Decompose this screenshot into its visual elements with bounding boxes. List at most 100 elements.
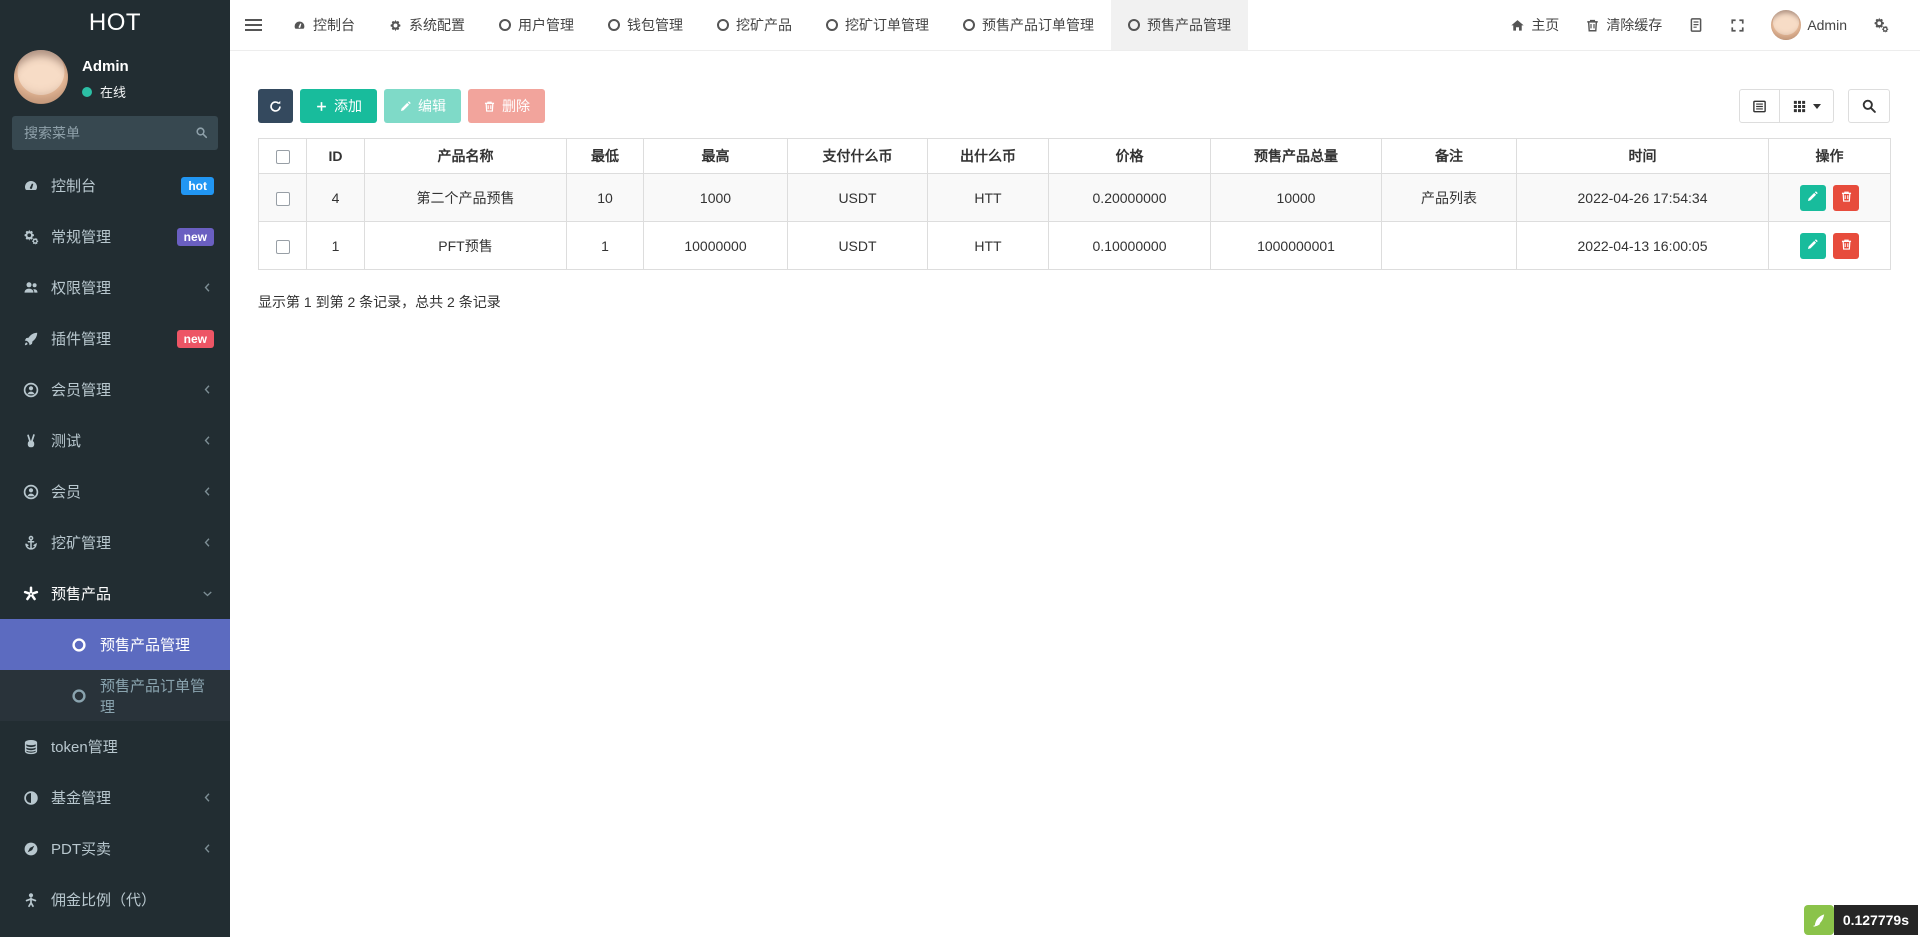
sidebar-item-auth[interactable]: 权限管理 [0,262,230,313]
col-min[interactable]: 最低 [567,139,644,174]
pencil-icon [1806,190,1819,206]
online-status-label: 在线 [100,82,126,101]
detail-view-button[interactable] [1739,89,1780,123]
sidebar-item-test[interactable]: 测试 [0,415,230,466]
trash-icon [1585,18,1600,33]
col-id[interactable]: ID [307,139,365,174]
online-dot-icon [82,87,92,97]
row-checkbox[interactable] [276,192,290,206]
sidebar-item-addon[interactable]: 插件管理 new [0,313,230,364]
anchor-icon [20,535,42,551]
sidebar-item-general[interactable]: 常规管理 new [0,211,230,262]
home-icon [1510,18,1525,33]
search-toggle-button[interactable] [1848,89,1890,123]
nav-tabs: 控制台 系统配置 用户管理 钱包管理 挖矿产品 挖矿订单管理 预售产品订单管理 [276,0,1248,50]
table-row[interactable]: 1 PFT预售 1 10000000 USDT HTT 0.10000000 1… [259,222,1891,270]
col-pay-coin[interactable]: 支付什么币 [788,139,928,174]
tab-user-manage[interactable]: 用户管理 [482,0,591,50]
col-remark[interactable]: 备注 [1382,139,1517,174]
user-panel: Admin 在线 [0,44,230,112]
tab-wallet-manage[interactable]: 钱包管理 [591,0,700,50]
plus-icon [315,100,328,113]
exec-time-label: 0.127779s [1834,905,1918,935]
edit-button[interactable]: 编辑 [384,89,461,123]
col-product-name[interactable]: 产品名称 [365,139,567,174]
col-max[interactable]: 最高 [644,139,788,174]
search-icon [1861,98,1877,114]
user-avatar [1771,10,1801,40]
tab-mining-order[interactable]: 挖矿订单管理 [809,0,946,50]
main-content: 添加 编辑 删除 [230,51,1920,937]
delete-button[interactable]: 删除 [468,89,545,123]
chevron-left-icon [201,485,214,498]
circle-o-icon [1128,19,1140,31]
col-price[interactable]: 价格 [1049,139,1211,174]
tab-console[interactable]: 控制台 [276,0,372,50]
add-button[interactable]: 添加 [300,89,377,123]
pencil-icon [399,100,412,113]
user-avatar[interactable] [14,50,68,104]
row-edit-button[interactable] [1800,233,1826,259]
row-checkbox[interactable] [276,240,290,254]
sidebar-item-mining[interactable]: 挖矿管理 [0,517,230,568]
clear-cache-button[interactable]: 清除缓存 [1572,0,1675,50]
profile-menu[interactable]: Admin [1758,0,1860,50]
trash-icon [1840,238,1853,254]
fullscreen-icon [1730,18,1745,33]
row-delete-button[interactable] [1833,185,1859,211]
tab-mining-product[interactable]: 挖矿产品 [700,0,809,50]
sidebar-item-presale[interactable]: 预售产品 [0,568,230,619]
user-circle-icon [20,484,42,500]
fullscreen-button[interactable] [1717,0,1758,50]
user-status: 在线 [82,82,129,101]
gear-icon [389,19,402,32]
user-circle-icon [20,382,42,398]
settings-button[interactable] [1860,0,1902,50]
sidebar-item-commission[interactable]: 佣金比例（代） [0,874,230,925]
tab-system-config[interactable]: 系统配置 [372,0,482,50]
table-toolbar: 添加 编辑 删除 [258,89,1890,123]
sidebar-item-presale-product-manage[interactable]: 预售产品管理 [0,619,230,670]
adjust-icon [20,790,42,806]
table-header-row: ID 产品名称 最低 最高 支付什么币 出什么币 价格 预售产品总量 备注 时间… [259,139,1891,174]
sidebar-item-member-manage[interactable]: 会员管理 [0,364,230,415]
col-total[interactable]: 预售产品总量 [1211,139,1382,174]
refresh-button[interactable] [258,89,293,123]
hot-badge: hot [181,177,214,195]
users-icon [20,280,42,296]
sidebar-item-fund[interactable]: 基金管理 [0,772,230,823]
sidebar-item-presale-order-manage[interactable]: 预售产品订单管理 [0,670,230,721]
navbar-right: 主页 清除缓存 Admin [1497,0,1920,50]
search-icon [195,126,208,139]
row-edit-button[interactable] [1800,185,1826,211]
sidebar-item-console[interactable]: 控制台 hot [0,160,230,211]
thinkphp-icon[interactable] [1804,905,1834,935]
exec-time-widget: 0.127779s [1804,905,1918,935]
profile-username: Admin [1807,17,1847,33]
row-delete-button[interactable] [1833,233,1859,259]
language-icon [1688,17,1704,33]
tab-presale-product-manage[interactable]: 预售产品管理 [1111,0,1248,50]
menu-search-input[interactable] [12,116,218,150]
select-all-checkbox[interactable] [276,150,290,164]
chevron-left-icon [201,842,214,855]
circle-o-icon [499,19,511,31]
sidebar-item-member[interactable]: 会员 [0,466,230,517]
dashboard-icon [20,178,42,194]
home-link[interactable]: 主页 [1497,0,1572,50]
chevron-down-icon [201,587,214,600]
tab-presale-order-manage[interactable]: 预售产品订单管理 [946,0,1111,50]
sidebar-toggle-button[interactable] [230,0,276,50]
sidebar-item-pdt[interactable]: PDT买卖 [0,823,230,874]
language-button[interactable] [1675,0,1717,50]
columns-button[interactable] [1780,89,1834,123]
table-row[interactable]: 4 第二个产品预售 10 1000 USDT HTT 0.20000000 10… [259,174,1891,222]
col-out-coin[interactable]: 出什么币 [928,139,1049,174]
circle-o-icon [717,19,729,31]
sidebar-menu: 控制台 hot 常规管理 new 权限管理 插件管理 new 会员管理 测试 [0,160,230,925]
col-time[interactable]: 时间 [1517,139,1769,174]
pencil-icon [1806,238,1819,254]
sidebar-item-token[interactable]: token管理 [0,721,230,772]
child-icon [20,892,42,908]
circle-o-icon [608,19,620,31]
